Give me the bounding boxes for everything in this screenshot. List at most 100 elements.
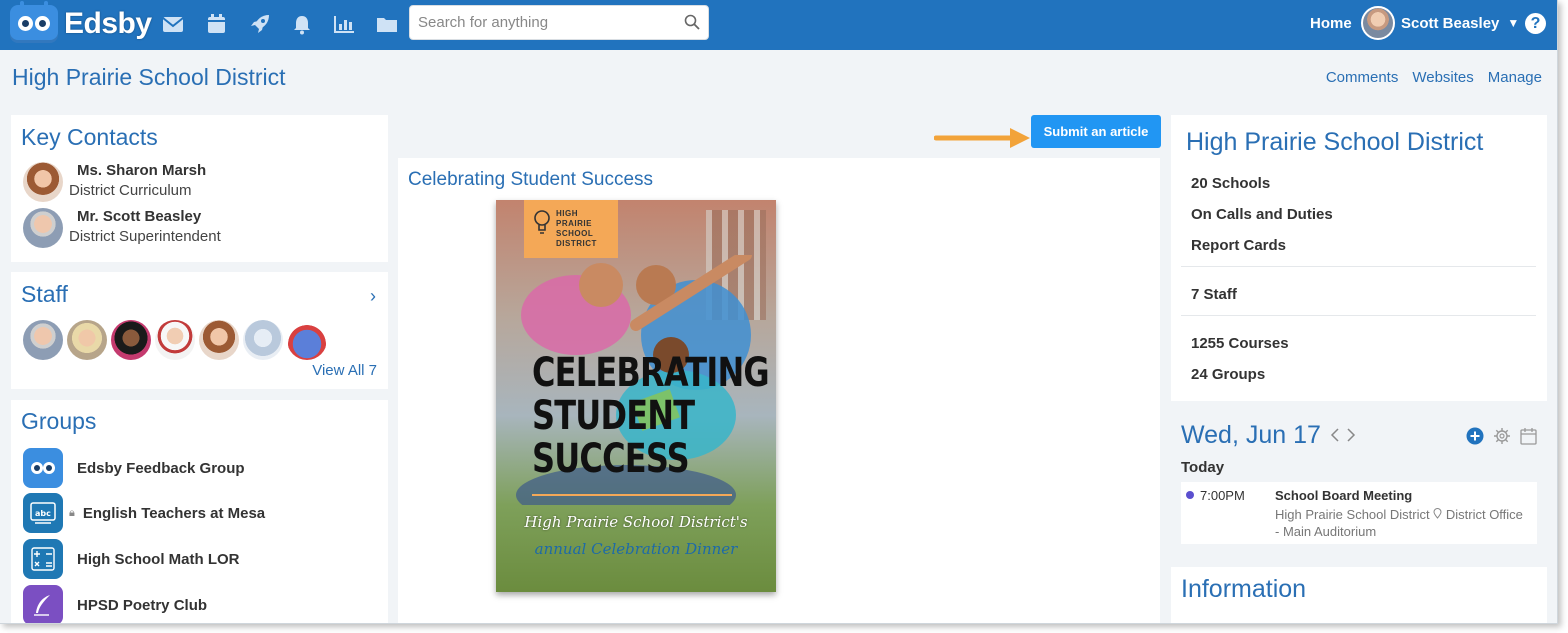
avatar[interactable] <box>111 320 151 360</box>
search-icon[interactable] <box>684 14 700 35</box>
event-title: School Board Meeting <box>1275 488 1413 503</box>
manage-link[interactable]: Manage <box>1488 69 1542 86</box>
district-badge: HIGH PRAIRIE SCHOOL DISTRICT <box>524 200 618 258</box>
schools-link[interactable]: 20 Schools <box>1191 175 1270 192</box>
avatar <box>1361 6 1395 40</box>
event-dot <box>1186 491 1194 499</box>
svg-text:abc: abc <box>35 509 51 518</box>
chevron-right-icon[interactable] <box>1347 428 1356 445</box>
app-window: Edsby Home Scott Beasley <box>0 0 1558 624</box>
divider <box>1181 266 1536 267</box>
page-title: High Prairie School District <box>12 64 286 90</box>
avatar <box>23 162 63 202</box>
calendar-icon[interactable] <box>205 13 227 35</box>
submit-article-button[interactable]: Submit an article <box>1031 115 1161 148</box>
group-item[interactable]: abc 🔒︎ English Teachers at Mesa <box>23 493 265 533</box>
mail-icon[interactable] <box>162 13 184 35</box>
home-link[interactable]: Home <box>1310 15 1352 32</box>
quill-icon <box>23 585 63 623</box>
staff-link[interactable]: 7 Staff <box>1191 286 1237 303</box>
courses-link[interactable]: 1255 Courses <box>1191 335 1289 352</box>
poster-headline: CELEBRATING STUDENT SUCCESS <box>532 350 770 482</box>
math-symbols-icon <box>23 539 63 579</box>
today-label: Today <box>1181 459 1225 476</box>
group-label: High School Math LOR <box>77 550 240 568</box>
chevron-right-icon[interactable]: › <box>370 286 376 307</box>
divider <box>1181 315 1536 316</box>
groups-title: Groups <box>21 408 97 434</box>
groups-card: Groups Edsby Feedback Group abc 🔒︎ Engli… <box>11 400 388 623</box>
poster-subtitle: annual Celebration Dinner <box>534 540 738 558</box>
district-panel: High Prairie School District 20 Schools … <box>1171 115 1547 401</box>
group-item[interactable]: Edsby Feedback Group <box>23 448 245 488</box>
avatar[interactable] <box>23 320 63 360</box>
calendar-nav <box>1330 428 1356 445</box>
chevron-down-icon: ▼ <box>1507 16 1520 30</box>
chart-icon[interactable] <box>333 13 355 35</box>
report-cards-link[interactable]: Report Cards <box>1191 237 1286 254</box>
top-bar: Edsby Home Scott Beasley <box>0 0 1557 50</box>
poster-subtitle: High Prairie School District's <box>524 513 748 531</box>
information-title: Information <box>1181 575 1307 603</box>
help-icon[interactable]: ? <box>1525 13 1546 34</box>
avatar[interactable] <box>155 320 195 360</box>
user-name: Scott Beasley <box>1401 14 1500 32</box>
article-title[interactable]: Celebrating Student Success <box>408 169 653 191</box>
avatar[interactable] <box>199 320 239 360</box>
edsby-robot-icon <box>10 1 58 43</box>
contact-name: Ms. Sharon Marsh <box>77 162 207 179</box>
logo-text: Edsby <box>64 7 152 40</box>
abc-board-icon: abc <box>23 493 63 533</box>
avatar[interactable] <box>243 320 283 360</box>
article-card: Celebrating Student Success HIGH PRAIRIE <box>398 158 1160 623</box>
contact-name: Mr. Scott Beasley <box>77 208 202 225</box>
staff-card: Staff › View All 7 <box>11 272 388 389</box>
event-item[interactable]: 7:00PM School Board Meeting High Prairie… <box>1181 482 1537 544</box>
bell-icon[interactable] <box>291 13 313 35</box>
on-calls-link[interactable]: On Calls and Duties <box>1191 206 1333 223</box>
search-box <box>409 5 709 40</box>
user-menu[interactable]: Scott Beasley ▼ <box>1361 6 1519 40</box>
websites-link[interactable]: Websites <box>1412 69 1473 86</box>
folder-icon[interactable] <box>376 13 398 35</box>
view-all-staff-link[interactable]: View All 7 <box>312 362 377 379</box>
key-contacts-card: Key Contacts Ms. Sharon Marsh District C… <box>11 115 388 262</box>
information-card: Information <box>1171 567 1547 623</box>
calendar-date: Wed, Jun 17 <box>1181 421 1321 449</box>
callout-arrow-icon <box>934 128 1030 148</box>
group-label: Edsby Feedback Group <box>77 459 245 477</box>
comments-link[interactable]: Comments <box>1326 69 1399 86</box>
event-location: High Prairie School District District Of… <box>1275 507 1523 539</box>
contact-item[interactable]: Mr. Scott Beasley District Superintenden… <box>23 208 221 248</box>
lightbulb-icon <box>534 210 550 234</box>
search-input[interactable] <box>410 6 670 39</box>
rocket-icon[interactable] <box>248 13 270 35</box>
avatar[interactable] <box>67 320 107 360</box>
group-label: English Teachers at Mesa <box>82 504 266 522</box>
avatar <box>23 208 63 248</box>
group-label: HPSD Poetry Club <box>77 596 208 614</box>
key-contacts-title: Key Contacts <box>21 124 158 150</box>
contact-item[interactable]: Ms. Sharon Marsh District Curriculum <box>23 162 206 202</box>
contact-role: District Curriculum <box>69 182 192 199</box>
calendar-tools <box>1466 427 1537 450</box>
chevron-left-icon[interactable] <box>1330 428 1339 445</box>
event-time: 7:00PM <box>1200 488 1245 503</box>
contact-role: District Superintendent <box>69 228 221 245</box>
group-item[interactable]: High School Math LOR <box>23 539 240 579</box>
groups-link[interactable]: 24 Groups <box>1191 366 1265 383</box>
calendar-icon[interactable] <box>1520 427 1537 450</box>
edsby-robot-icon <box>23 448 63 488</box>
location-pin-icon <box>1433 508 1442 519</box>
edsby-logo[interactable]: Edsby <box>10 1 152 44</box>
article-image[interactable]: HIGH PRAIRIE SCHOOL DISTRICT CELEBRATING… <box>496 200 776 592</box>
gear-icon[interactable] <box>1493 427 1511 450</box>
add-event-icon[interactable] <box>1466 427 1484 450</box>
lock-icon: 🔒︎ <box>69 506 75 519</box>
group-item[interactable]: HPSD Poetry Club <box>23 585 208 623</box>
staff-avatars <box>23 320 327 360</box>
avatar[interactable] <box>287 320 327 360</box>
district-title: High Prairie School District <box>1186 128 1484 156</box>
staff-title[interactable]: Staff <box>21 281 68 308</box>
page-links: Comments Websites Manage <box>1326 69 1542 86</box>
